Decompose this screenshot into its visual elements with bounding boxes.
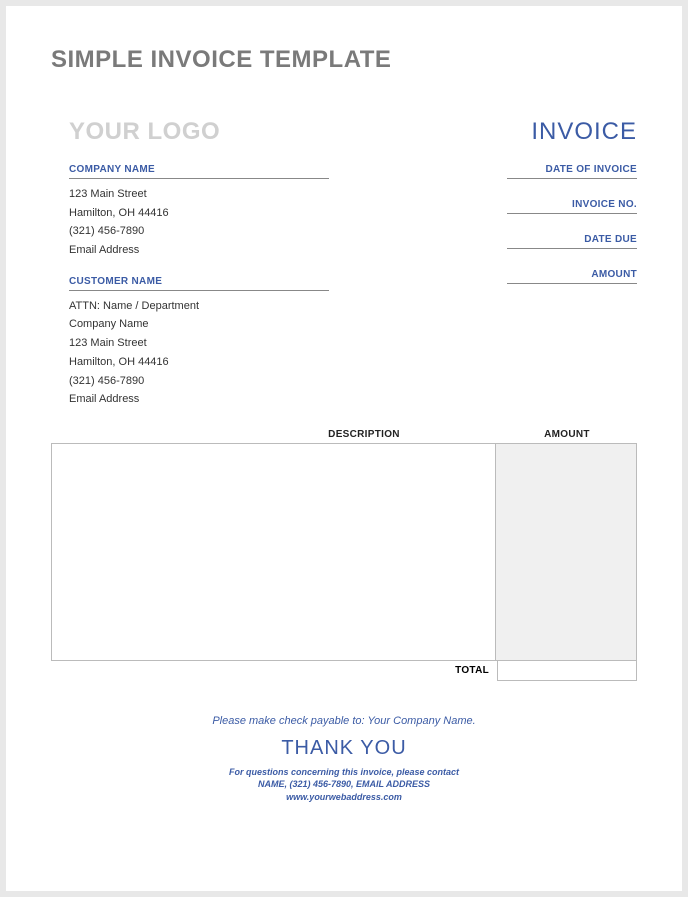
- contact-line: NAME, (321) 456-7890, EMAIL ADDRESS: [51, 778, 637, 791]
- company-heading: COMPANY NAME: [69, 164, 329, 179]
- invoice-page: SIMPLE INVOICE TEMPLATE YOUR LOGO INVOIC…: [6, 6, 682, 891]
- customer-heading: CUSTOMER NAME: [69, 276, 329, 291]
- company-line: Hamilton, OH 44416: [69, 204, 329, 223]
- company-line: Email Address: [69, 241, 329, 260]
- field-date-due: DATE DUE: [507, 234, 637, 249]
- customer-line: Hamilton, OH 44416: [69, 353, 329, 372]
- customer-line: 123 Main Street: [69, 334, 329, 353]
- customer-line: Company Name: [69, 315, 329, 334]
- customer-line: ATTN: Name / Department: [69, 297, 329, 316]
- field-amount: AMOUNT: [507, 269, 637, 284]
- left-info: COMPANY NAME 123 Main Street Hamilton, O…: [69, 164, 329, 409]
- footer: Please make check payable to: Your Compa…: [51, 715, 637, 804]
- th-description: DESCRIPTION: [51, 429, 497, 440]
- right-info: DATE OF INVOICE INVOICE NO. DATE DUE AMO…: [507, 164, 637, 409]
- contact-line: www.yourwebaddress.com: [51, 791, 637, 804]
- page-title: SIMPLE INVOICE TEMPLATE: [51, 46, 637, 74]
- total-row: TOTAL: [51, 661, 637, 681]
- logo-placeholder: YOUR LOGO: [51, 118, 220, 146]
- company-line: (321) 456-7890: [69, 222, 329, 241]
- items-table: DESCRIPTION AMOUNT TOTAL: [51, 429, 637, 681]
- top-row: YOUR LOGO INVOICE: [51, 118, 637, 146]
- field-date-of-invoice: DATE OF INVOICE: [507, 164, 637, 179]
- contact-line: For questions concerning this invoice, p…: [51, 766, 637, 779]
- table-body: [51, 443, 637, 661]
- payable-text: Please make check payable to: Your Compa…: [51, 715, 637, 727]
- invoice-heading: INVOICE: [531, 118, 637, 146]
- thank-you: THANK YOU: [51, 737, 637, 760]
- info-section: COMPANY NAME 123 Main Street Hamilton, O…: [51, 164, 637, 409]
- amount-column: [496, 444, 636, 660]
- field-invoice-no: INVOICE NO.: [507, 199, 637, 214]
- total-label: TOTAL: [455, 665, 497, 676]
- customer-line: Email Address: [69, 390, 329, 409]
- th-amount: AMOUNT: [497, 429, 637, 440]
- company-line: 123 Main Street: [69, 185, 329, 204]
- table-headers: DESCRIPTION AMOUNT: [51, 429, 637, 443]
- total-box: [497, 661, 637, 681]
- customer-line: (321) 456-7890: [69, 372, 329, 391]
- description-column: [52, 444, 496, 660]
